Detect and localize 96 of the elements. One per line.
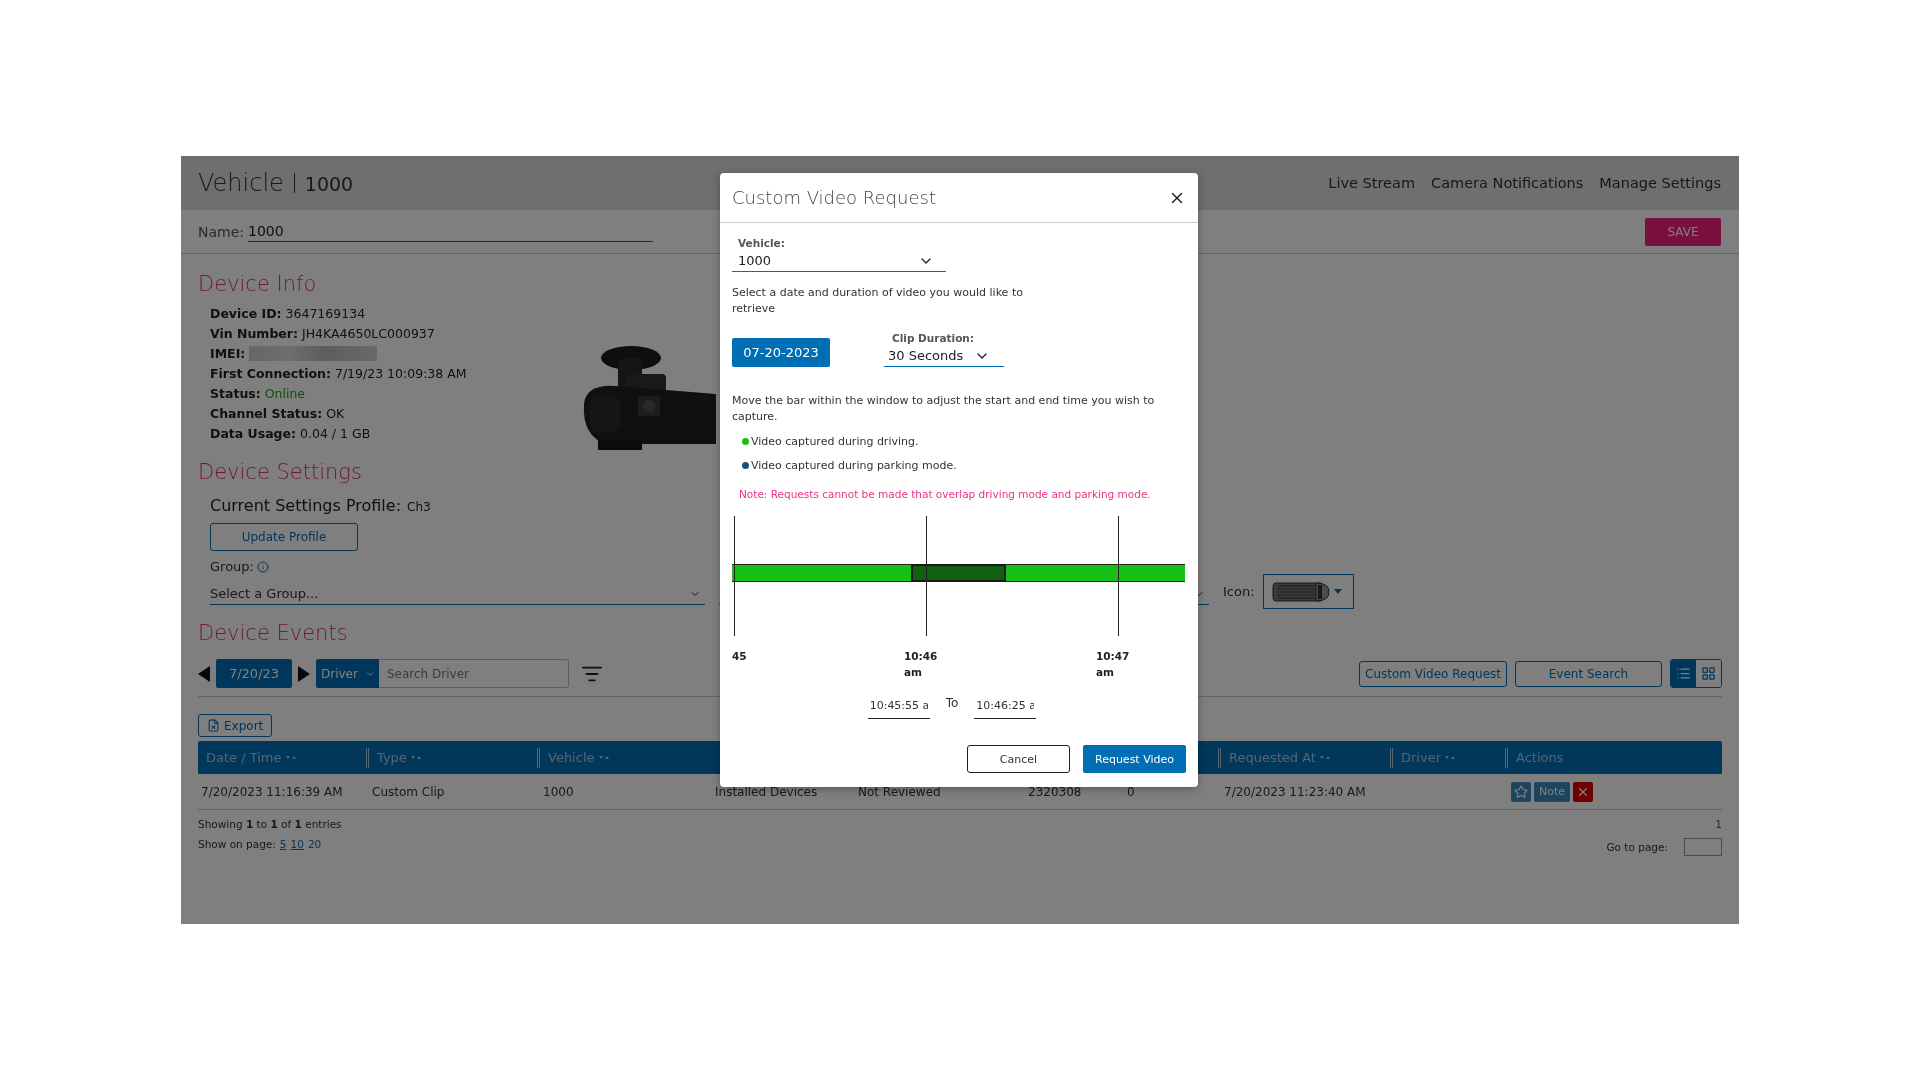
entries-summary: Showing 1 to 1 of 1 entries xyxy=(198,818,342,830)
legend-label: Video captured during driving. xyxy=(751,435,919,448)
page-size-label: Show on page: xyxy=(198,838,276,850)
update-profile-button[interactable]: Update Profile xyxy=(210,523,358,551)
table-cell-text: Installed Devices xyxy=(714,784,819,799)
timeline-slider[interactable] xyxy=(732,516,1185,636)
info-icon xyxy=(256,560,269,573)
save-button[interactable]: SAVE xyxy=(1645,217,1721,246)
table-cell-text: 1000 xyxy=(542,784,575,799)
icon-label: Icon: xyxy=(1223,584,1255,599)
export-button[interactable]: Export xyxy=(198,714,273,737)
section-heading: Device Events xyxy=(198,621,348,645)
info-label: First Connection: xyxy=(210,365,331,381)
group-select[interactable]: Select a Group... xyxy=(210,583,705,605)
legend-label: Video captured during parking mode. xyxy=(751,459,957,472)
column-header[interactable]: Date / Time xyxy=(206,750,282,765)
nav-link[interactable]: Camera Notifications xyxy=(1431,175,1584,191)
spreadsheet-icon xyxy=(207,719,220,732)
clip-duration-select[interactable]: 30 Seconds xyxy=(884,345,1004,367)
vehicle-select[interactable]: 1000 xyxy=(732,250,946,272)
note-button[interactable]: Note xyxy=(1534,781,1571,802)
list-view-button[interactable] xyxy=(1671,660,1696,687)
tick-label: 10:47 am xyxy=(1096,649,1131,680)
list-icon xyxy=(1676,666,1691,681)
section-heading: Device Info xyxy=(198,272,317,296)
custom-video-request-button[interactable]: Custom Video Request xyxy=(1359,660,1507,687)
info-value: 0.04 / 1 GB xyxy=(300,425,371,441)
info-label: Vin Number: xyxy=(210,325,298,341)
favorite-button[interactable] xyxy=(1511,781,1531,802)
column-header[interactable]: Type xyxy=(377,750,407,765)
delete-button[interactable] xyxy=(1573,781,1594,802)
clip-duration-label: Clip Duration: xyxy=(891,332,975,344)
sort-icon xyxy=(598,754,610,761)
page-title: Vehicle xyxy=(198,169,284,197)
column-header[interactable]: Actions xyxy=(1516,750,1564,765)
go-to-page-label: Go to page: xyxy=(1606,841,1668,853)
caret-icon xyxy=(1333,589,1342,594)
table-cell-text: 0 xyxy=(1126,784,1136,799)
table-cell-text: Not Reviewed xyxy=(857,784,942,799)
selection-window[interactable] xyxy=(910,564,1007,582)
section-heading: Device Settings xyxy=(198,460,362,484)
info-value: 3647169134 xyxy=(285,305,366,321)
vehicle-label: Vehicle: xyxy=(737,237,786,249)
modal-title: Custom Video Request xyxy=(732,187,936,208)
search-field[interactable]: Search Driver xyxy=(379,659,569,688)
status-value: Online xyxy=(264,385,306,401)
page-link[interactable]: 1 xyxy=(1715,818,1722,830)
star-icon xyxy=(1514,784,1528,799)
info-label: Channel Status: xyxy=(210,405,323,421)
next-icon[interactable] xyxy=(298,665,310,682)
column-header[interactable]: Vehicle xyxy=(548,750,595,765)
date-button[interactable]: 07-20-2023 xyxy=(732,338,830,367)
name-label: Name: xyxy=(198,223,245,240)
vehicle-number: 1000 xyxy=(304,173,354,195)
tick-label: 45 xyxy=(732,649,747,664)
info-label: IMEI: xyxy=(210,345,246,361)
previous-icon[interactable] xyxy=(198,665,210,682)
page-size-link[interactable]: 10 xyxy=(290,838,304,850)
van-icon xyxy=(1271,580,1330,603)
table-cell-text: 2320308 xyxy=(1027,784,1083,799)
page-size-link[interactable]: 20 xyxy=(307,838,322,850)
info-label: Device ID: xyxy=(210,305,282,321)
cancel-button[interactable]: Cancel xyxy=(967,745,1070,773)
to-label: To xyxy=(945,696,959,710)
profile-label: Current Settings Profile: xyxy=(210,496,402,515)
warning-note: Note: Requests cannot be made that overlap driving mode and parking mode. xyxy=(739,488,1152,500)
name-input[interactable]: 1000 xyxy=(248,221,654,242)
sort-icon xyxy=(410,754,422,761)
request-video-button[interactable]: Request Video xyxy=(1083,745,1186,773)
table-cell-text: 7/20/2023 11:23:40 AM xyxy=(1223,784,1367,799)
intro-text: Select a date and duration of video you would like to retrieve xyxy=(732,285,1024,317)
column-header[interactable]: Requested At xyxy=(1229,750,1316,765)
sort-icon xyxy=(1319,754,1331,761)
sort-icon xyxy=(285,754,297,761)
sort-icon xyxy=(1445,754,1456,761)
table-cell-text: Custom Clip xyxy=(371,784,446,799)
page-size-link[interactable]: 5 xyxy=(279,838,287,850)
page-input[interactable] xyxy=(1684,838,1722,856)
icon-select[interactable] xyxy=(1262,574,1354,609)
filter-select[interactable]: Driver xyxy=(316,659,379,688)
nav-link[interactable]: Manage Settings xyxy=(1599,175,1721,191)
table-cell-text: 7/20/2023 11:16:39 AM xyxy=(200,784,344,799)
info-label: Data Usage: xyxy=(210,425,297,441)
event-search-button[interactable]: Event Search xyxy=(1515,660,1662,687)
info-value: OK xyxy=(326,405,345,421)
date-button[interactable]: 7/20/23 xyxy=(216,659,292,688)
info-label: Status: xyxy=(210,385,261,401)
tick-label: 10:46 am xyxy=(904,649,939,680)
grid-icon xyxy=(1701,666,1716,681)
nav-link[interactable]: Live Stream xyxy=(1328,175,1416,191)
info-value: JH4KA4650LC000937 xyxy=(301,325,435,341)
info-value: 7/19/23 10:09:38 AM xyxy=(334,365,467,381)
profile-value: Ch3 xyxy=(407,500,431,514)
column-header[interactable]: Driver xyxy=(1401,750,1441,765)
group-label: Group: xyxy=(210,559,254,574)
instructions-text: Move the bar within the window to adjust the start and end time you wish to capture. xyxy=(732,393,1156,425)
